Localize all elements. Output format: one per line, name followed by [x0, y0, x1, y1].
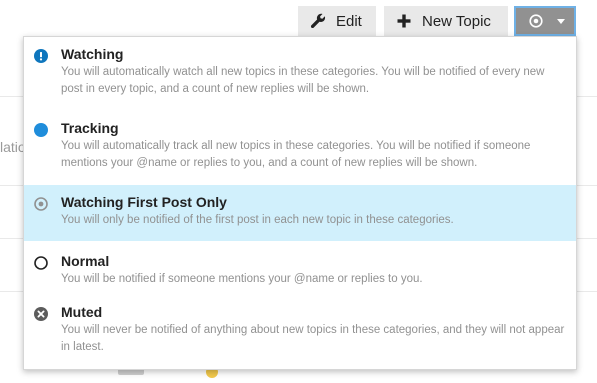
notification-level-button[interactable] [514, 6, 576, 36]
notification-option-description: You will automatically track all new top… [61, 140, 531, 169]
notification-option-description: You will be notified if someone mentions… [61, 273, 423, 285]
wrench-icon [309, 12, 327, 30]
notification-option-tracking[interactable]: Tracking You will automatically track al… [24, 108, 576, 184]
empty-circle-icon [34, 256, 48, 270]
notification-option-normal[interactable]: Normal You will be notified if someone m… [24, 241, 576, 294]
notification-option-watching[interactable]: Watching You will automatically watch al… [24, 37, 576, 108]
notification-option-watching-first-post[interactable]: Watching First Post Only You will only b… [24, 185, 576, 241]
plus-icon [395, 12, 413, 30]
notification-option-description: You will never be notified of anything a… [61, 324, 565, 353]
notification-option-title: Watching [61, 46, 124, 62]
new-topic-button[interactable]: New Topic [384, 6, 508, 36]
filled-circle-icon [34, 123, 48, 137]
category-toolbar: Edit New Topic [0, 6, 597, 36]
notification-option-description: You will automatically watch all new top… [61, 66, 545, 95]
new-topic-button-label: New Topic [422, 12, 491, 30]
notification-option-muted[interactable]: Muted You will never be notified of anyt… [24, 294, 576, 369]
notification-option-title: Normal [61, 253, 110, 269]
times-circle-icon [34, 307, 48, 321]
edit-button[interactable]: Edit [298, 6, 376, 36]
notification-option-title: Tracking [61, 120, 119, 136]
dot-circle-icon [34, 197, 48, 211]
notification-option-description: You will only be notified of the first p… [61, 214, 454, 226]
notification-option-title: Watching First Post Only [61, 194, 227, 210]
exclamation-circle-icon [34, 49, 48, 63]
watching-first-post-icon [527, 12, 545, 30]
chevron-down-icon [557, 18, 565, 24]
notification-option-title: Muted [61, 304, 103, 320]
edit-button-label: Edit [336, 12, 362, 30]
background-text-fragment: latio [0, 139, 26, 155]
notification-level-menu: Watching You will automatically watch al… [23, 36, 577, 370]
